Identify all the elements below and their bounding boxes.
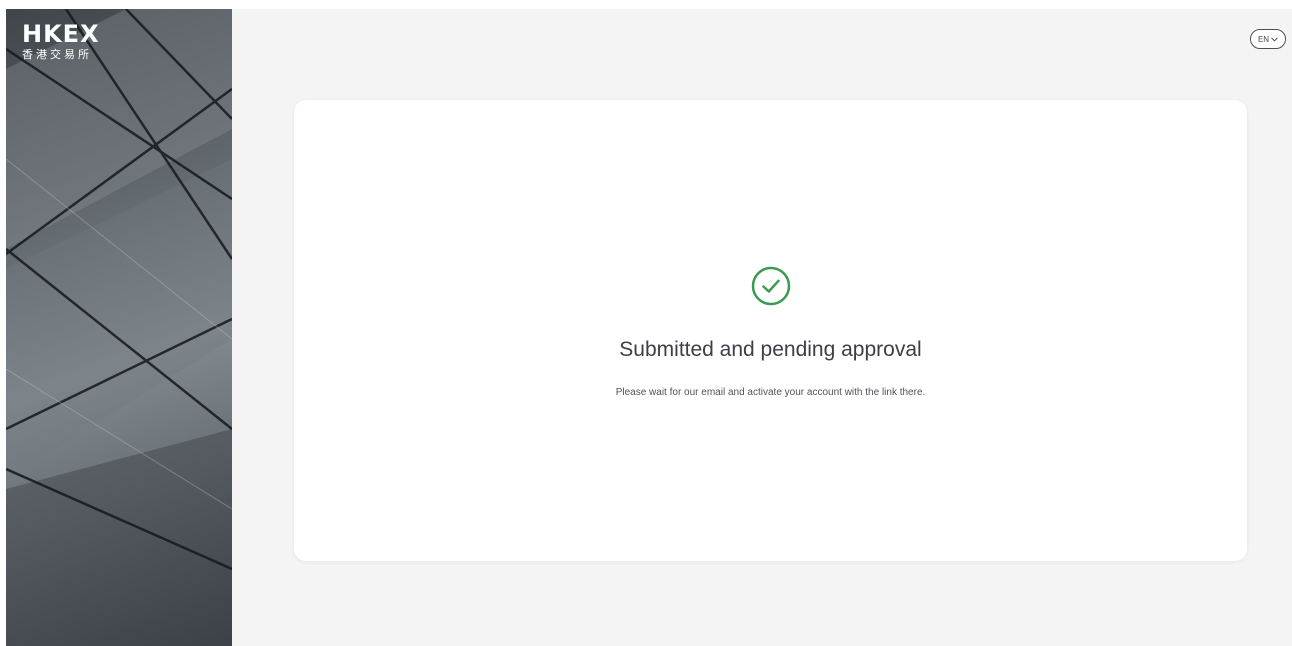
- status-description: Please wait for our email and activate y…: [615, 387, 926, 398]
- status-card: Submitted and pending approval Please wa…: [294, 100, 1247, 561]
- language-selector[interactable]: EN: [1250, 29, 1286, 49]
- brand-sidebar: HKEX 香港交易所: [6, 9, 232, 646]
- language-label: EN: [1257, 34, 1270, 44]
- logo-text: HKEX: [22, 20, 100, 48]
- page-frame: HKEX 香港交易所 EN Submitted and pending appr…: [6, 9, 1292, 646]
- status-title: Submitted and pending approval: [619, 338, 922, 361]
- logo-subtitle: 香港交易所: [22, 48, 92, 61]
- hkex-logo: HKEX 香港交易所: [22, 21, 100, 62]
- check-circle-icon: [751, 266, 791, 306]
- architecture-background-image: [6, 9, 232, 646]
- chevron-down-icon: [1271, 36, 1278, 42]
- main-content: EN Submitted and pending approval Please…: [232, 9, 1292, 646]
